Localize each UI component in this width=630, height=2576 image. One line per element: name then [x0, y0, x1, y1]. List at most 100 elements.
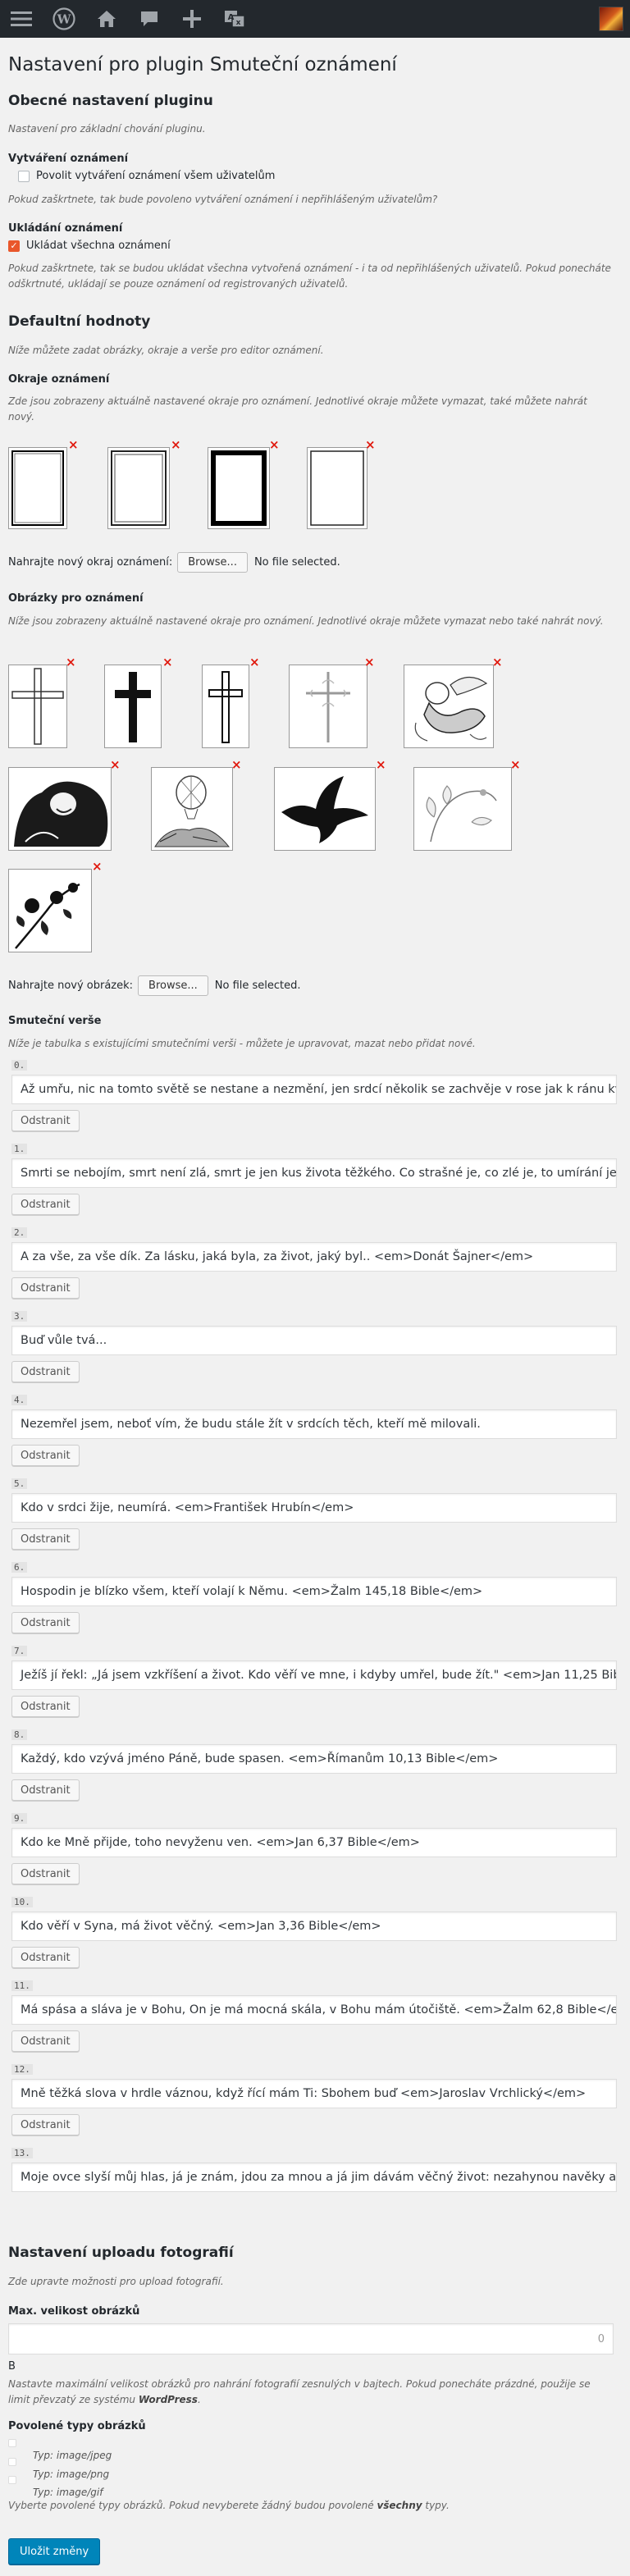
delete-image-10-icon[interactable]: × [92, 861, 103, 873]
image-no-file-text: No file selected. [214, 980, 301, 992]
border-upload-row: Nahrajte nový okraj oznámení: Browse... … [8, 552, 340, 573]
saving-checkbox[interactable]: ✓ [8, 240, 20, 252]
verse-number: 11. [11, 1980, 33, 1991]
remove-verse-button[interactable]: Odstranit [11, 1947, 80, 1968]
delete-image-8-icon[interactable]: × [376, 759, 386, 771]
delete-border-4-icon[interactable]: × [365, 439, 376, 451]
cross-black-image [104, 665, 162, 748]
delete-image-2-icon[interactable]: × [162, 656, 173, 669]
max-size-unit: B [8, 2360, 16, 2373]
type-checkbox[interactable] [8, 2457, 16, 2466]
remove-verse-button[interactable]: Odstranit [11, 1277, 80, 1299]
type-checkbox[interactable] [8, 2476, 16, 2485]
settings-page: Nastavení pro plugin Smuteční oznámení [8, 38, 622, 78]
remove-verse-button[interactable]: Odstranit [11, 1612, 80, 1633]
verse-input[interactable]: Kdo ke Mně přijde, toho nevyženu ven. <e… [11, 1828, 617, 1857]
menu-icon[interactable] [0, 0, 43, 38]
saving-checkbox-label: Ukládat všechna oznámení [26, 240, 171, 252]
max-size-label: Max. velikost obrázků [8, 2305, 140, 2318]
cross-ornate-image [289, 665, 368, 748]
max-size-description: Nastavte maximální velikost obrázků pro … [8, 2378, 591, 2405]
creation-description: Pokud zaškrtnete, tak bude povoleno vytv… [8, 194, 438, 205]
verse-input[interactable]: Smrti se nebojím, smrt není zlá, smrt je… [11, 1158, 617, 1188]
dove-image [274, 767, 376, 851]
creation-label: Vytváření oznámení [8, 153, 129, 165]
delete-image-6-icon[interactable]: × [110, 759, 121, 771]
max-size-input[interactable]: 0 [8, 2323, 614, 2354]
upload-heading: Nastavení uploadu fotografií [8, 2245, 234, 2261]
type-option-label: Typ: image/jpeg [33, 2450, 112, 2461]
image-upload-row: Nahrajte nový obrázek: Browse... No file… [8, 975, 301, 996]
verse-input[interactable]: Moje ovce slyší můj hlas, já je znám, jd… [11, 2163, 617, 2192]
svg-text:W: W [57, 12, 72, 27]
type-option-label: Typ: image/png [33, 2468, 110, 2480]
angel-grieving-image [8, 767, 112, 851]
remove-verse-button[interactable]: Odstranit [11, 1696, 80, 1717]
verse-number: 13. [11, 2148, 33, 2158]
delete-border-3-icon[interactable]: × [269, 439, 280, 451]
save-changes-button[interactable]: Uložit změny [8, 2538, 101, 2565]
verse-number: 6. [11, 1562, 28, 1573]
home-icon[interactable] [85, 0, 128, 38]
borders-label: Okraje oznámení [8, 373, 110, 386]
delete-border-2-icon[interactable]: × [171, 439, 181, 451]
delete-image-9-icon[interactable]: × [510, 759, 521, 771]
verse-input[interactable]: Kdo v srdci žije, neumírá. <em>František… [11, 1493, 617, 1523]
verse-number: 4. [11, 1395, 28, 1405]
user-avatar[interactable] [599, 7, 623, 31]
verse-input[interactable]: Mně těžká slova v hrdle váznou, když říc… [11, 2079, 617, 2108]
delete-image-7-icon[interactable]: × [231, 759, 242, 771]
wordpress-logo-icon[interactable]: W [43, 0, 85, 38]
delete-image-5-icon[interactable]: × [492, 656, 503, 669]
defaults-description: Níže můžete zadat obrázky, okraje a verš… [8, 345, 324, 356]
verse-input[interactable]: Hospodin je blízko všem, kteří volají k … [11, 1577, 617, 1606]
border-upload-label: Nahrajte nový okraj oznámení: [8, 556, 173, 569]
image-browse-button[interactable]: Browse... [138, 975, 208, 996]
remove-verse-button[interactable]: Odstranit [11, 1110, 80, 1131]
verse-number: 10. [11, 1897, 33, 1907]
type-checkbox[interactable] [8, 2439, 16, 2447]
angel-balloon-image [151, 767, 233, 851]
remove-verse-button[interactable]: Odstranit [11, 1361, 80, 1382]
verse-input[interactable]: Buď vůle tvá... [11, 1326, 617, 1355]
remove-verse-button[interactable]: Odstranit [11, 1779, 80, 1801]
verse-input[interactable]: Má spása a sláva je v Bohu, On je má moc… [11, 1995, 617, 2025]
creation-checkbox-label: Povolit vytváření oznámení všem uživatel… [36, 170, 276, 182]
verse-number: 12. [11, 2064, 33, 2075]
verse-input[interactable]: Nezemřel jsem, neboť vím, že budu stále … [11, 1409, 617, 1439]
verse-number: 5. [11, 1478, 28, 1489]
creation-checkbox[interactable] [18, 170, 30, 182]
general-description: Nastavení pro základní chování pluginu. [8, 123, 206, 135]
defaults-heading: Defaultní hodnoty [8, 313, 151, 330]
border-browse-button[interactable]: Browse... [177, 552, 248, 573]
add-new-icon[interactable] [171, 0, 213, 38]
types-label: Povolené typy obrázků [8, 2420, 146, 2432]
translate-icon[interactable]: Ax [213, 0, 256, 38]
verses-label: Smuteční verše [8, 1015, 102, 1027]
remove-verse-button[interactable]: Odstranit [11, 1194, 80, 1215]
remove-verse-button[interactable]: Odstranit [11, 1528, 80, 1550]
cherub-image [404, 665, 494, 748]
delete-image-1-icon[interactable]: × [66, 656, 76, 669]
border-no-file-text: No file selected. [253, 556, 340, 569]
delete-image-4-icon[interactable]: × [364, 656, 375, 669]
remove-verse-button[interactable]: Odstranit [11, 2030, 80, 2052]
remove-verse-button[interactable]: Odstranit [11, 1445, 80, 1466]
verse-input[interactable]: Ježíš jí řekl: „Já jsem vzkříšení a živo… [11, 1660, 617, 1690]
border-double [107, 447, 170, 529]
verse-input[interactable]: Kdo věří v Syna, má život věčný. <em>Jan… [11, 1911, 617, 1941]
verse-input[interactable]: Až umřu, nic na tomto světě se nestane a… [11, 1075, 617, 1104]
verse-list: 0. Až umřu, nic na tomto světě se nestan… [11, 1056, 622, 2204]
delete-image-3-icon[interactable]: × [249, 656, 260, 669]
borders-description: Zde jsou zobrazeny aktuálně nastavené ok… [8, 395, 587, 422]
verse-input[interactable]: A za vše, za vše dík. Za lásku, jaká byl… [11, 1242, 617, 1272]
verse-input[interactable]: Každý, kdo vzývá jméno Páně, bude spasen… [11, 1744, 617, 1774]
remove-verse-button[interactable]: Odstranit [11, 1863, 80, 1884]
delete-border-1-icon[interactable]: × [68, 439, 79, 451]
verse-number: 1. [11, 1144, 28, 1154]
svg-text:x: x [236, 19, 241, 27]
floral-ornament-image [413, 767, 512, 851]
comments-icon[interactable] [128, 0, 171, 38]
saving-label: Ukládání oznámení [8, 222, 123, 235]
remove-verse-button[interactable]: Odstranit [11, 2114, 80, 2135]
